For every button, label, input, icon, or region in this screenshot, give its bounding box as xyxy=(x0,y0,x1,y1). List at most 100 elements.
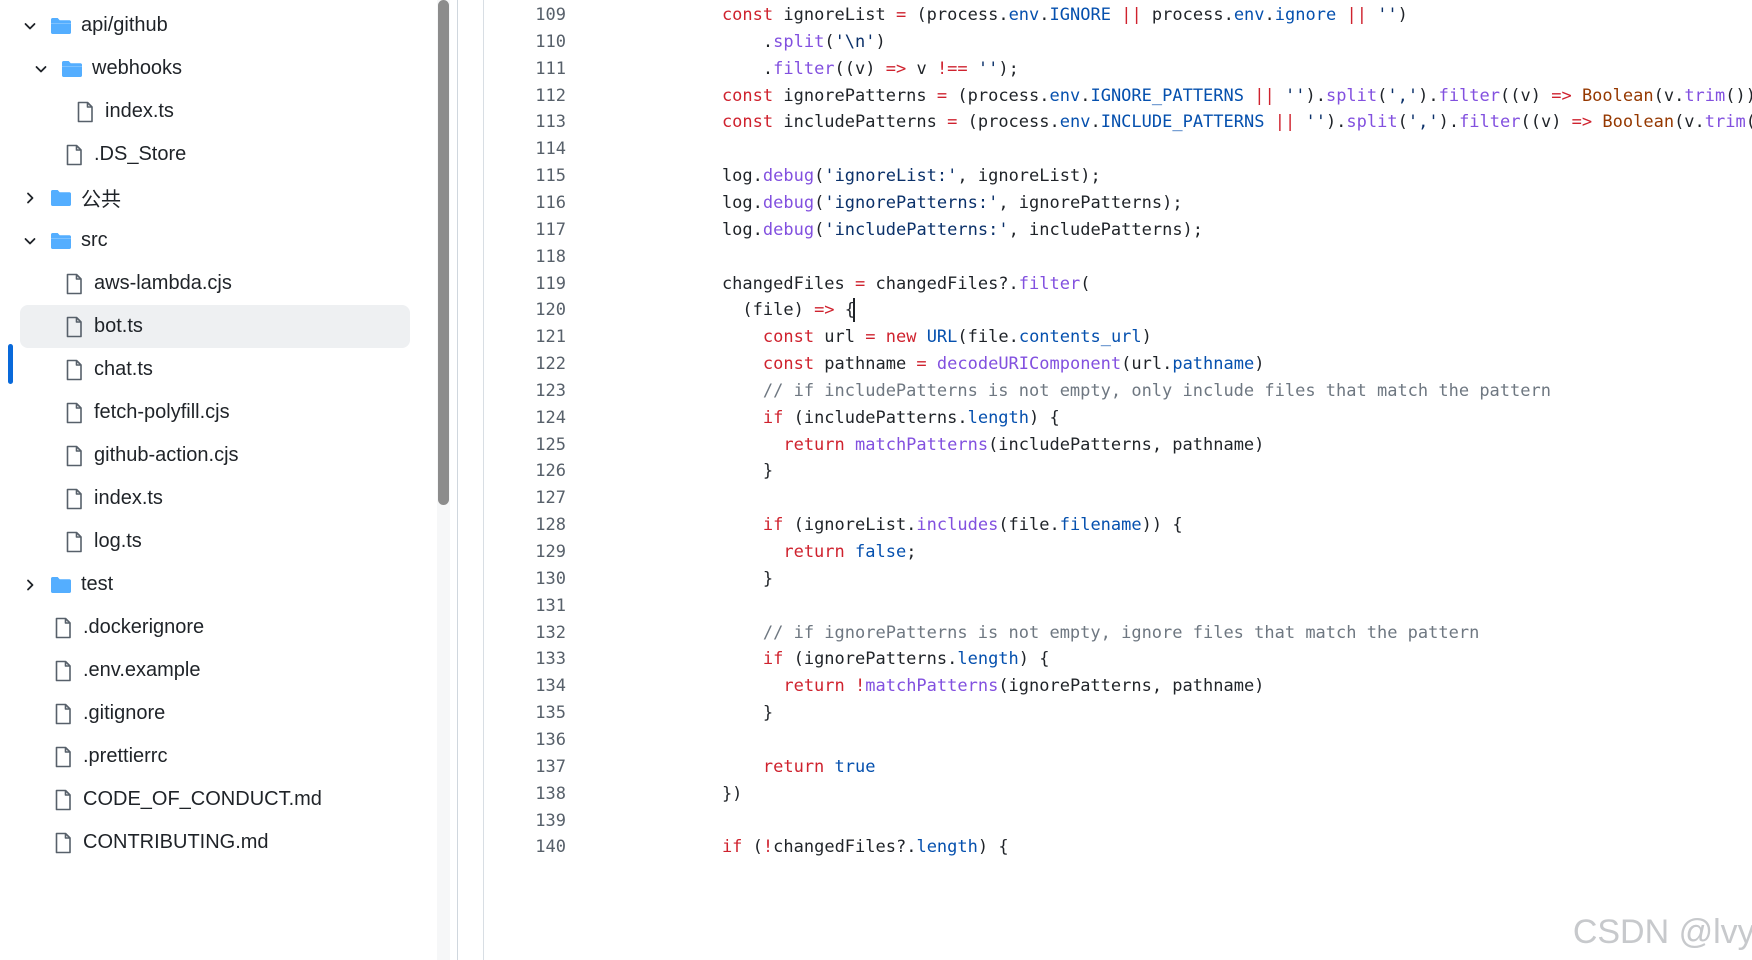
line-number[interactable]: 121 xyxy=(484,322,566,352)
code-line[interactable]: 127 xyxy=(484,483,1752,513)
line-number[interactable]: 110 xyxy=(484,27,566,57)
tree-file-row[interactable]: index.ts xyxy=(20,477,410,520)
tree-file-row[interactable]: CONTRIBUTING.md xyxy=(20,821,410,864)
line-number[interactable]: 120 xyxy=(484,295,566,325)
code-line[interactable]: 133 if (ignorePatterns.length) { xyxy=(484,644,1752,674)
line-number[interactable]: 109 xyxy=(484,0,566,30)
line-number[interactable]: 139 xyxy=(484,806,566,836)
chevron-down-icon[interactable] xyxy=(31,59,51,79)
line-number[interactable]: 129 xyxy=(484,537,566,567)
tree-folder-row[interactable]: test xyxy=(20,563,410,606)
chevron-down-icon[interactable] xyxy=(20,16,40,36)
tree-file-row[interactable]: .prettierrc xyxy=(20,735,410,778)
code-line[interactable]: 124 if (includePatterns.length) { xyxy=(484,403,1752,433)
line-number[interactable]: 114 xyxy=(484,134,566,164)
code-line[interactable]: 129 return false; xyxy=(484,537,1752,567)
tree-folder-row[interactable]: 公共 xyxy=(20,176,410,219)
line-number[interactable]: 126 xyxy=(484,456,566,486)
code-line[interactable]: 125 return matchPatterns(includePatterns… xyxy=(484,430,1752,460)
line-number[interactable]: 125 xyxy=(484,430,566,460)
line-number[interactable]: 127 xyxy=(484,483,566,513)
line-number[interactable]: 123 xyxy=(484,376,566,406)
sidebar-scrollbar-thumb[interactable] xyxy=(438,0,449,505)
line-number[interactable]: 111 xyxy=(484,54,566,84)
code-line[interactable]: 110 .split('\n') xyxy=(484,27,1752,57)
file-icon xyxy=(51,831,75,855)
code-view[interactable]: 109 const ignoreList = (process.env.IGNO… xyxy=(484,0,1752,960)
tree-file-row[interactable]: log.ts xyxy=(20,520,410,563)
tree-item-label: chat.ts xyxy=(94,358,153,380)
code-line[interactable]: 112 const ignorePatterns = (process.env.… xyxy=(484,81,1752,111)
code-token: filename xyxy=(1059,515,1142,536)
line-number[interactable]: 124 xyxy=(484,403,566,433)
tree-file-row[interactable]: github-action.cjs xyxy=(20,434,410,477)
code-line[interactable]: 123 // if includePatterns is not empty, … xyxy=(484,376,1752,406)
file-icon xyxy=(62,401,86,425)
tree-file-row[interactable]: .gitignore xyxy=(20,692,410,735)
tree-file-row[interactable]: CODE_OF_CONDUCT.md xyxy=(20,778,410,821)
line-number[interactable]: 134 xyxy=(484,671,566,701)
code-line[interactable]: 138 }) xyxy=(484,779,1752,809)
chevron-down-icon[interactable] xyxy=(20,231,40,251)
code-line[interactable]: 117 log.debug('includePatterns:', includ… xyxy=(484,215,1752,245)
code-line[interactable]: 111 .filter((v) => v !== ''); xyxy=(484,54,1752,84)
line-number[interactable]: 119 xyxy=(484,269,566,299)
line-number[interactable]: 113 xyxy=(484,107,566,137)
code-token: ())); xyxy=(1725,85,1752,106)
tree-file-row[interactable]: chat.ts xyxy=(20,348,410,391)
code-line[interactable]: 126 } xyxy=(484,456,1752,486)
line-number[interactable]: 112 xyxy=(484,81,566,111)
code-line[interactable]: 140 if (!changedFiles?.length) { xyxy=(484,832,1752,862)
code-line[interactable]: 118 xyxy=(484,242,1752,272)
code-line[interactable]: 130 } xyxy=(484,564,1752,594)
tree-file-row[interactable]: bot.ts xyxy=(20,305,410,348)
code-line[interactable]: 116 log.debug('ignorePatterns:', ignoreP… xyxy=(484,188,1752,218)
code-line[interactable]: 109 const ignoreList = (process.env.IGNO… xyxy=(484,0,1752,30)
code-line[interactable]: 122 const pathname = decodeURIComponent(… xyxy=(484,349,1752,379)
code-line[interactable]: 131 xyxy=(484,591,1752,621)
line-number[interactable]: 117 xyxy=(484,215,566,245)
tree-file-row[interactable]: index.ts xyxy=(20,90,410,133)
line-number[interactable]: 138 xyxy=(484,779,566,809)
line-number[interactable]: 136 xyxy=(484,725,566,755)
line-number[interactable]: 133 xyxy=(484,644,566,674)
line-number[interactable]: 135 xyxy=(484,698,566,728)
line-number[interactable]: 131 xyxy=(484,591,566,621)
tree-file-row[interactable]: .env.example xyxy=(20,649,410,692)
code-line[interactable]: 137 return true xyxy=(484,752,1752,782)
code-line[interactable]: 113 const includePatterns = (process.env… xyxy=(484,107,1752,137)
code-line[interactable]: 115 log.debug('ignoreList:', ignoreList)… xyxy=(484,161,1752,191)
line-number[interactable]: 132 xyxy=(484,618,566,648)
code-line[interactable]: 114 xyxy=(484,134,1752,164)
line-number[interactable]: 116 xyxy=(484,188,566,218)
code-line[interactable]: 139 xyxy=(484,806,1752,836)
tree-file-row[interactable]: aws-lambda.cjs xyxy=(20,262,410,305)
tree-file-row[interactable]: .dockerignore xyxy=(20,606,410,649)
code-line[interactable]: 121 const url = new URL(file.contents_ur… xyxy=(484,322,1752,352)
tree-folder-row[interactable]: api/github xyxy=(20,4,410,47)
code-token: ) { xyxy=(1018,649,1050,670)
line-number[interactable]: 130 xyxy=(484,564,566,594)
line-number[interactable]: 128 xyxy=(484,510,566,540)
code-line[interactable]: 128 if (ignoreList.includes(file.filenam… xyxy=(484,510,1752,540)
line-number[interactable]: 118 xyxy=(484,242,566,272)
line-number[interactable]: 115 xyxy=(484,161,566,191)
code-line[interactable]: 132 // if ignorePatterns is not empty, i… xyxy=(484,618,1752,648)
tree-file-row[interactable]: .DS_Store xyxy=(20,133,410,176)
line-number[interactable]: 137 xyxy=(484,752,566,782)
code-line[interactable]: 134 return !matchPatterns(ignorePatterns… xyxy=(484,671,1752,701)
chevron-right-icon[interactable] xyxy=(20,188,40,208)
tree-folder-row[interactable]: webhooks xyxy=(20,47,410,90)
code-token: length xyxy=(967,407,1030,428)
pane-divider[interactable] xyxy=(457,0,458,960)
tree-file-row[interactable]: fetch-polyfill.cjs xyxy=(20,391,410,434)
line-number[interactable]: 140 xyxy=(484,832,566,862)
tree-folder-row[interactable]: src xyxy=(20,219,410,262)
line-number[interactable]: 122 xyxy=(484,349,566,379)
code-line[interactable]: 136 xyxy=(484,725,1752,755)
code-line[interactable]: 120 (file) => { xyxy=(484,295,1752,325)
code-line[interactable]: 135 } xyxy=(484,698,1752,728)
chevron-right-icon[interactable] xyxy=(20,575,40,595)
code-line[interactable]: 119 changedFiles = changedFiles?.filter( xyxy=(484,269,1752,299)
